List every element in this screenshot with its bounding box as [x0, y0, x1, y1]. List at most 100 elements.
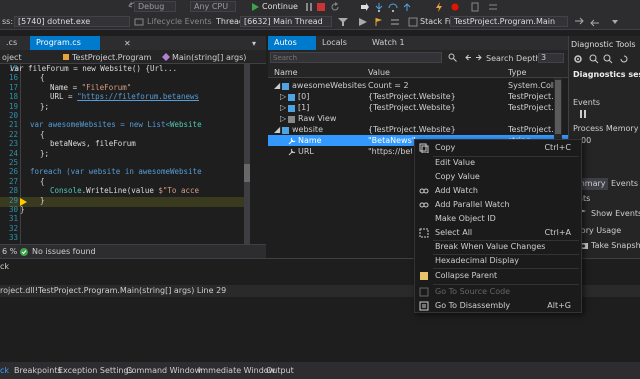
- flag-icon[interactable]: [374, 17, 384, 27]
- tab-dropdown-icon[interactable]: ▾: [252, 39, 256, 48]
- parallel-watch-icon: [419, 200, 429, 210]
- column-header-value[interactable]: Value: [368, 68, 390, 77]
- line-number: 25: [8, 158, 18, 167]
- arrow-right-icon[interactable]: [474, 53, 483, 62]
- stop-icon[interactable]: [316, 2, 326, 12]
- line-number: 26: [8, 167, 18, 177]
- restart-icon[interactable]: [330, 2, 340, 12]
- breakpoint-icon[interactable]: [450, 2, 460, 12]
- scrollbar-thumb[interactable]: [244, 164, 250, 182]
- tab-output[interactable]: Output: [266, 365, 294, 377]
- expand-arrow-icon[interactable]: ▷: [280, 113, 286, 124]
- line-number: 27: [8, 176, 18, 186]
- column-header-type[interactable]: Type: [508, 68, 526, 77]
- menu-item-edit-value[interactable]: Edit Value: [415, 156, 581, 170]
- menu-item-make-object-id[interactable]: Make Object ID: [415, 212, 581, 226]
- tab-watch-1[interactable]: Watch 1: [366, 36, 411, 50]
- pause-icon[interactable]: [304, 2, 314, 12]
- menu-item-collapse-parent[interactable]: Collapse Parent: [415, 269, 581, 283]
- search-depth-dropdown[interactable]: 3: [538, 53, 564, 63]
- editor-navigation-bar: oject TestProject.Program Main(string[] …: [0, 50, 266, 64]
- step-over-icon[interactable]: [388, 2, 398, 12]
- menu-item-add-parallel-watch[interactable]: Add Parallel Watch: [415, 198, 581, 212]
- collapse-arrow-icon[interactable]: ◢: [274, 80, 280, 91]
- menu-item-break-when-value-changes[interactable]: Break When Value Changes: [415, 240, 581, 254]
- menu-item-go-to-disassembly[interactable]: Go To Disassembly Alt+G: [415, 299, 581, 313]
- take-snapshot-button[interactable]: Take Snapshot: [591, 241, 640, 250]
- code-editor[interactable]: 15 16 17 18 19 20 21 22 23 24 25 26 27 28 29 30 31 32 33 va…: [0, 64, 266, 244]
- tab-events[interactable]: Events: [611, 178, 638, 190]
- tab-call-stack[interactable]: ck: [0, 365, 9, 377]
- table-row[interactable]: ◢ awesomeWebsites Count = 2 System.Coll.…: [268, 80, 568, 91]
- class-dropdown[interactable]: TestProject.Program: [72, 53, 152, 62]
- copy-icon: [419, 143, 429, 154]
- tab-program-cs[interactable]: Program.cs: [30, 36, 100, 50]
- issues-status[interactable]: No issues found: [32, 247, 96, 256]
- code-token: Console: [50, 186, 82, 196]
- zoom-level[interactable]: 6 %: [2, 247, 17, 256]
- show-next-statement-icon[interactable]: [360, 2, 370, 12]
- continue-button[interactable]: Continue: [262, 2, 298, 12]
- tab-immediate-window[interactable]: Immediate Window: [198, 365, 275, 377]
- column-header-name[interactable]: Name: [274, 68, 298, 77]
- code-line: var fileForum = new Website() {Url...: [10, 64, 177, 73]
- project-dropdown[interactable]: oject: [2, 53, 58, 62]
- wrench-icon: [288, 148, 296, 156]
- toggle-icon[interactable]: [590, 17, 600, 27]
- close-icon[interactable]: ✕: [124, 39, 131, 48]
- thread-switch-icon[interactable]: [574, 17, 584, 27]
- platform-dropdown[interactable]: Any CPU: [190, 1, 236, 12]
- lifecycle-events-dropdown[interactable]: Lifecycle Events: [147, 17, 212, 26]
- tab-command-window[interactable]: Command Window: [126, 365, 201, 377]
- zoom-out-icon[interactable]: [603, 54, 613, 64]
- pause-events-icon[interactable]: [579, 110, 587, 118]
- tab-breakpoints[interactable]: Breakpoints: [14, 365, 62, 377]
- tab-exception-settings[interactable]: Exception Settings: [58, 365, 133, 377]
- autos-scrollbar-thumb[interactable]: [555, 80, 561, 134]
- collapse-arrow-icon[interactable]: ◢: [274, 124, 280, 135]
- code-line: foreach (var website in awesomeWebsite: [30, 167, 202, 176]
- autos-search-input[interactable]: [270, 52, 442, 63]
- process-dropdown[interactable]: [5740] dotnet.exe: [14, 16, 130, 27]
- autos-column-headers: Name Value Type: [268, 66, 568, 78]
- line-number: 24: [8, 148, 18, 158]
- step-out-icon[interactable]: [402, 2, 412, 12]
- gear-icon[interactable]: [573, 54, 583, 64]
- menu-item-copy[interactable]: Copy Ctrl+C: [415, 141, 581, 155]
- wrench-icon: [288, 137, 296, 145]
- expand-arrow-icon[interactable]: ▷: [280, 102, 286, 113]
- bookmark-icon[interactable]: [470, 2, 480, 12]
- filter-icon[interactable]: [338, 17, 348, 27]
- menu-item-add-watch[interactable]: Add Watch: [415, 184, 581, 198]
- step-into-icon[interactable]: [374, 2, 384, 12]
- config-dropdown[interactable]: Debug: [134, 1, 176, 12]
- thread-dropdown[interactable]: [6632] Main Thread: [240, 16, 332, 27]
- comment-icon[interactable]: [488, 2, 498, 12]
- dropdown-arrow-icon[interactable]: [610, 17, 620, 27]
- stack-frame-dropdown[interactable]: TestProject.Program.Main: [450, 16, 568, 27]
- tab-cs-file[interactable]: .cs: [0, 36, 23, 50]
- select-all-icon: [419, 228, 429, 238]
- zoom-in-icon[interactable]: [589, 54, 599, 64]
- reset-icon[interactable]: [619, 54, 629, 64]
- arrow-left-icon[interactable]: [464, 53, 473, 62]
- search-icon[interactable]: [448, 53, 457, 62]
- method-dropdown[interactable]: Main(string[] args): [172, 53, 262, 62]
- flag-thread-icon[interactable]: [358, 17, 368, 27]
- group-icon[interactable]: [390, 17, 400, 27]
- table-row[interactable]: ▷ Raw View: [268, 113, 568, 124]
- tab-autos[interactable]: Autos: [268, 36, 316, 50]
- show-events-link[interactable]: Show Events (1: [591, 209, 640, 218]
- menu-item-select-all[interactable]: Select All Ctrl+A: [415, 226, 581, 240]
- tab-locals[interactable]: Locals: [316, 36, 353, 50]
- table-row[interactable]: ◢ website {TestProject.Website} TestProj…: [268, 124, 568, 135]
- expand-arrow-icon[interactable]: ▷: [280, 91, 286, 102]
- editor-scrollbar[interactable]: [244, 64, 250, 244]
- table-row[interactable]: ▷ [1] {TestProject.Website} TestProject.…: [268, 102, 568, 113]
- continue-icon[interactable]: [250, 2, 260, 12]
- table-row[interactable]: ▷ [0] {TestProject.Website} TestProject.…: [268, 91, 568, 102]
- menu-item-go-to-source-code[interactable]: Go To Source Code: [415, 285, 581, 299]
- menu-item-copy-value[interactable]: Copy Value: [415, 170, 581, 184]
- menu-item-hexadecimal-display[interactable]: Hexadecimal Display: [415, 254, 581, 268]
- hot-reload-icon[interactable]: [434, 2, 444, 12]
